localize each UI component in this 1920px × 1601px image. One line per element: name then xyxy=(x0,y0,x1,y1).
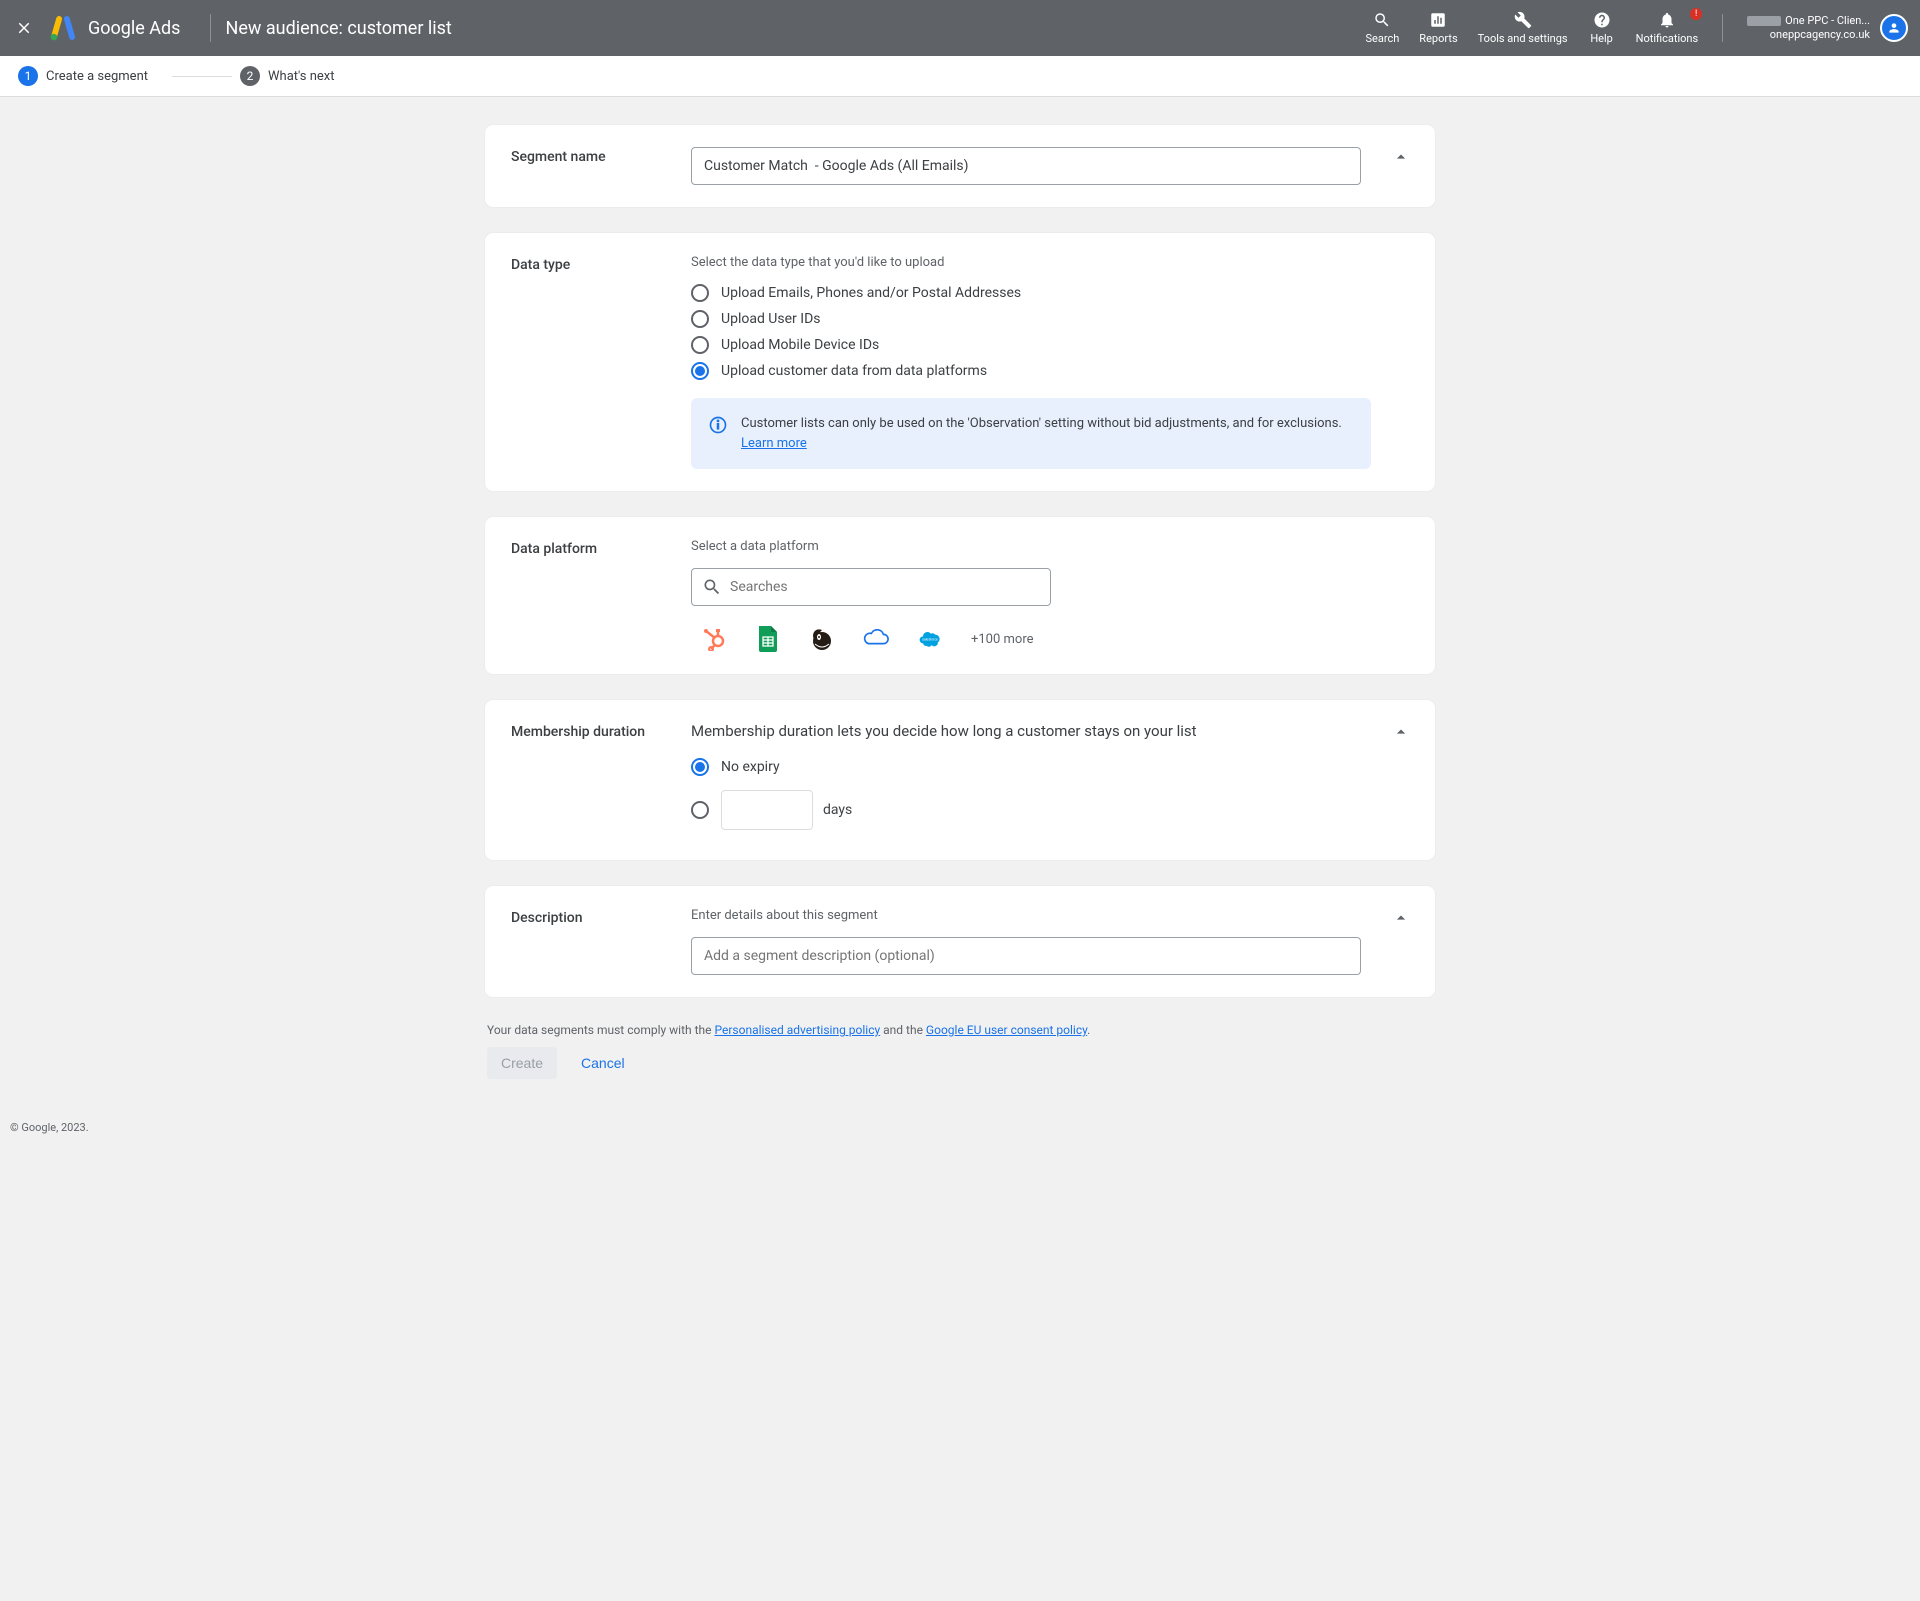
toolbar-reports[interactable]: Reports xyxy=(1409,10,1467,45)
radio-label: Upload Mobile Device IDs xyxy=(721,337,879,353)
chevron-up-icon[interactable] xyxy=(1389,720,1413,744)
helper-description: Enter details about this segment xyxy=(691,908,1409,923)
step-1[interactable]: 1 Create a segment xyxy=(18,66,148,86)
platform-search-input[interactable] xyxy=(730,579,1040,595)
step-2[interactable]: 2 What's next xyxy=(240,66,335,86)
label-description: Description xyxy=(511,908,691,975)
bell-icon xyxy=(1657,10,1677,30)
divider xyxy=(1722,14,1723,42)
toolbar-help[interactable]: Help xyxy=(1578,10,1626,45)
description-input[interactable] xyxy=(691,937,1361,975)
stepper: 1 Create a segment 2 What's next xyxy=(0,56,1920,97)
policy-link-1[interactable]: Personalised advertising policy xyxy=(714,1023,880,1037)
google-ads-logo xyxy=(48,13,78,43)
radio-label: Upload Emails, Phones and/or Postal Addr… xyxy=(721,285,1021,301)
help-icon xyxy=(1592,10,1612,30)
radio-no-expiry[interactable]: No expiry xyxy=(691,758,1409,776)
label-membership: Membership duration xyxy=(511,722,691,838)
toolbar-tools[interactable]: Tools and settings xyxy=(1468,10,1578,45)
helper-membership: Membership duration lets you decide how … xyxy=(691,722,1409,740)
toolbar-help-label: Help xyxy=(1590,32,1613,45)
search-icon xyxy=(1372,10,1392,30)
helper-data-platform: Select a data platform xyxy=(691,539,1409,554)
account-line2: oneppcagency.co.uk xyxy=(1770,28,1870,42)
toolbar-tools-label: Tools and settings xyxy=(1478,32,1568,45)
cloud-icon[interactable] xyxy=(863,626,889,652)
card-membership: Membership duration Membership duration … xyxy=(485,700,1435,860)
toolbar-search[interactable]: Search xyxy=(1356,10,1410,45)
card-data-platform: Data platform Select a data platform xyxy=(485,517,1435,674)
compliance-note: Your data segments must comply with the … xyxy=(487,1023,1435,1037)
step-label-1: Create a segment xyxy=(46,69,148,84)
brand-label: Google Ads xyxy=(88,18,180,39)
segment-name-input[interactable] xyxy=(691,147,1361,185)
radio-custom-days[interactable]: days xyxy=(691,790,1409,830)
radio-label: Upload User IDs xyxy=(721,311,820,327)
days-suffix: days xyxy=(823,802,852,818)
salesforce-icon[interactable]: salesforce xyxy=(917,626,943,652)
radio-upload-platform[interactable]: Upload customer data from data platforms xyxy=(691,362,1409,380)
step-label-2: What's next xyxy=(268,69,335,84)
card-description: Description Enter details about this seg… xyxy=(485,886,1435,997)
label-data-platform: Data platform xyxy=(511,539,691,652)
google-sheets-icon[interactable] xyxy=(755,626,781,652)
more-platforms[interactable]: +100 more xyxy=(971,632,1034,647)
card-data-type: Data type Select the data type that you'… xyxy=(485,233,1435,491)
reports-icon xyxy=(1428,10,1448,30)
radio-upload-emails[interactable]: Upload Emails, Phones and/or Postal Addr… xyxy=(691,284,1409,302)
radio-upload-user-ids[interactable]: Upload User IDs xyxy=(691,310,1409,328)
info-icon xyxy=(707,414,729,436)
step-number-1: 1 xyxy=(18,66,38,86)
page-title: New audience: customer list xyxy=(225,18,451,39)
chevron-up-icon[interactable] xyxy=(1389,906,1413,930)
days-input[interactable] xyxy=(721,790,813,830)
step-connector xyxy=(172,76,232,77)
close-icon[interactable] xyxy=(12,16,36,40)
wrench-icon xyxy=(1513,10,1533,30)
label-data-type: Data type xyxy=(511,255,691,469)
step-number-2: 2 xyxy=(240,66,260,86)
learn-more-link[interactable]: Learn more xyxy=(741,436,807,451)
toolbar-reports-label: Reports xyxy=(1419,32,1457,45)
card-segment-name: Segment name xyxy=(485,125,1435,207)
policy-link-2[interactable]: Google EU user consent policy xyxy=(926,1023,1087,1037)
toolbar-notifications-label: Notifications xyxy=(1636,32,1699,45)
info-box: Customer lists can only be used on the '… xyxy=(691,398,1371,469)
svg-text:salesforce: salesforce xyxy=(922,638,938,642)
helper-data-type: Select the data type that you'd like to … xyxy=(691,255,1409,270)
account-line1: One PPC - Clien... xyxy=(1785,14,1870,28)
avatar[interactable] xyxy=(1880,14,1908,42)
radio-upload-mobile-ids[interactable]: Upload Mobile Device IDs xyxy=(691,336,1409,354)
platform-search[interactable] xyxy=(691,568,1051,606)
account-info[interactable]: One PPC - Clien... oneppcagency.co.uk xyxy=(1747,14,1870,43)
cancel-button[interactable]: Cancel xyxy=(571,1047,635,1079)
redacted-stub xyxy=(1747,16,1781,26)
divider xyxy=(210,14,211,42)
notification-badge: ! xyxy=(1690,8,1702,20)
copyright: © Google, 2023. xyxy=(0,1091,1920,1144)
radio-label: No expiry xyxy=(721,759,780,775)
label-segment-name: Segment name xyxy=(511,147,691,185)
create-button[interactable]: Create xyxy=(487,1047,557,1079)
info-text: Customer lists can only be used on the '… xyxy=(741,416,1342,431)
mailchimp-icon[interactable] xyxy=(809,626,835,652)
hubspot-icon[interactable] xyxy=(701,626,727,652)
chevron-up-icon[interactable] xyxy=(1389,145,1413,169)
toolbar-search-label: Search xyxy=(1366,32,1400,45)
toolbar-notifications[interactable]: ! Notifications xyxy=(1626,10,1709,45)
radio-label: Upload customer data from data platforms xyxy=(721,363,987,379)
